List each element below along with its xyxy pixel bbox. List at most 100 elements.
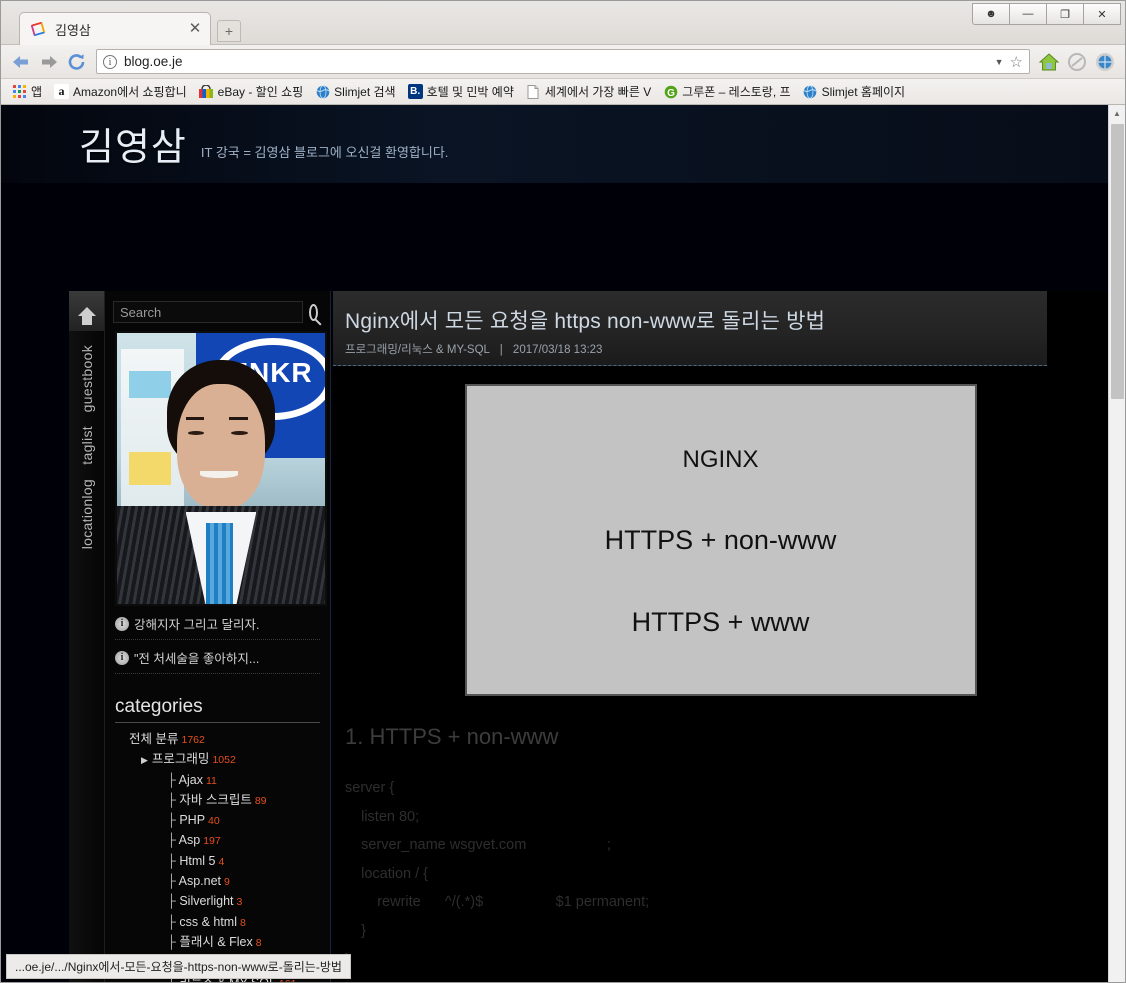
category-item[interactable]: ▶ 프로그래밍 1052	[115, 750, 320, 770]
tab-bar: 김영삼 ✕ + ☻ — ❐ ✕	[1, 1, 1125, 45]
globe-icon	[803, 84, 818, 99]
profile-photo: ENKR	[115, 331, 327, 606]
site-info-icon[interactable]: i	[103, 54, 117, 69]
bookmark-fastest-vpn[interactable]: 세계에서 가장 빠른 V	[521, 81, 656, 102]
chevron-down-icon[interactable]: ▼	[989, 57, 1010, 67]
category-count: 9	[224, 876, 230, 889]
maximize-button[interactable]: ❐	[1046, 3, 1084, 25]
back-button[interactable]	[7, 49, 35, 75]
bookmark-star-icon[interactable]: ☆	[1010, 53, 1023, 71]
diagram-line-2: HTTPS + non-www	[604, 524, 837, 555]
tab-favicon-icon	[30, 21, 47, 38]
bookmark-label: eBay - 할인 쇼핑	[217, 85, 304, 99]
notice-item[interactable]: i 강해지자 그리고 달리자.	[115, 614, 320, 640]
category-count: 89	[254, 794, 267, 807]
category-item[interactable]: ├ Html 54	[115, 852, 320, 872]
expand-triangle-icon[interactable]: ▶	[141, 755, 148, 765]
groupon-icon: G	[663, 84, 678, 99]
section-heading: 1. HTTPS + non-www	[345, 724, 559, 749]
user-profile-button[interactable]: ☻	[972, 3, 1010, 25]
page-scrollbar[interactable]: ▲	[1108, 105, 1125, 982]
apps-grid-icon	[12, 84, 27, 99]
svg-text:G: G	[667, 88, 675, 99]
sidebar: ENKR i 강해지자 그리고 달리자. i "전 처세술을 좋아하지... c…	[105, 291, 331, 982]
article-category[interactable]: 프로그래밍/리눅스 & MY-SQL	[345, 344, 490, 356]
tree-branch-glyph: ├	[167, 833, 179, 848]
tab-close-icon[interactable]: ✕	[186, 20, 204, 38]
article-body: NGINX HTTPS + non-www HTTPS + www 1. HTT…	[333, 366, 1108, 982]
search-input[interactable]	[113, 301, 303, 323]
category-label: 자바 스크립트	[179, 792, 252, 807]
new-tab-button[interactable]: +	[217, 20, 241, 42]
nav-item-guestbook[interactable]: guestbook	[79, 345, 95, 412]
bookmark-label: 앱	[31, 85, 43, 99]
bookmark-slimjet-home[interactable]: Slimjet 홈페이지	[798, 81, 911, 102]
home-icon[interactable]	[1035, 49, 1063, 75]
category-label: 플래시 & Flex	[179, 934, 253, 949]
category-item[interactable]: ├ PHP 40	[115, 811, 320, 831]
category-count: 4	[218, 855, 225, 868]
tree-branch-glyph: ├	[167, 792, 180, 807]
notice-text: 강해지자 그리고 달리자.	[134, 618, 260, 632]
category-count: 1052	[212, 754, 236, 767]
extension-gear-icon[interactable]	[1091, 49, 1119, 75]
category-count: 8	[240, 916, 246, 929]
category-item[interactable]: ├ Asp.net 9	[115, 872, 320, 892]
browser-tab[interactable]: 김영삼 ✕	[19, 12, 211, 45]
bookmark-ebay[interactable]: eBay - 할인 쇼핑	[194, 81, 309, 102]
tree-branch-glyph: ├	[167, 813, 180, 828]
nav-item-locationlog[interactable]: locationlog	[79, 479, 95, 549]
category-item[interactable]: ├ 자바 스크립트 89	[115, 791, 320, 811]
bookmark-label: Slimjet 홈페이지	[821, 85, 906, 99]
article-meta: 프로그래밍/리눅스 & MY-SQL | 2017/03/18 13:23	[345, 341, 1047, 357]
close-button[interactable]: ✕	[1083, 3, 1121, 25]
bookmark-groupon[interactable]: G 그루폰 – 레스토랑, 프	[658, 81, 795, 102]
minimize-button[interactable]: —	[1009, 3, 1047, 25]
category-label: Silverlight	[179, 894, 234, 909]
notice-item[interactable]: i "전 처세술을 좋아하지...	[115, 648, 320, 674]
booking-icon: B.	[407, 84, 423, 99]
scroll-up-arrow[interactable]: ▲	[1109, 105, 1125, 122]
article-header: Nginx에서 모든 요청을 https non-www로 돌리는 방법 프로그…	[333, 291, 1047, 366]
category-label: 전체 분류	[129, 732, 179, 746]
search-icon[interactable]	[309, 303, 318, 321]
category-item[interactable]: ├ Ajax 11	[115, 771, 320, 791]
bookmark-label: 호텔 및 민박 예약	[426, 85, 514, 99]
diagram-line-3: HTTPS + www	[631, 607, 810, 638]
category-item[interactable]: 전체 분류 1762	[115, 730, 320, 750]
bookmark-booking[interactable]: B. 호텔 및 민박 예약	[403, 81, 519, 102]
nav-home[interactable]	[69, 291, 104, 331]
bookmark-slimjet-search[interactable]: Slimjet 검색	[310, 81, 400, 102]
category-item[interactable]: ├ Asp 197	[115, 831, 320, 851]
tab-title: 김영삼	[55, 22, 91, 38]
category-label: 프로그래밍	[151, 752, 210, 767]
category-label: Html 5	[179, 853, 216, 868]
address-bar[interactable]: i blog.oe.je ▼ ☆	[96, 49, 1030, 74]
scrollbar-thumb[interactable]	[1111, 124, 1124, 399]
tree-branch-glyph: ├	[167, 914, 180, 929]
bookmarks-bar: 앱 a Amazon에서 쇼핑합니 eBay - 할인 쇼핑 Slimjet 검…	[1, 79, 1125, 105]
blog-header: 김영삼 IT 강국 = 김영삼 블로그에 오신걸 환영합니다.	[1, 105, 1108, 183]
block-icon[interactable]	[1063, 49, 1091, 75]
bookmark-label: Amazon에서 쇼핑합니	[73, 85, 187, 99]
reload-button[interactable]	[63, 49, 91, 75]
code-block: server { listen 80; server_name wsgvet.c…	[345, 780, 650, 968]
tree-branch-glyph: ├	[167, 934, 180, 949]
article: Nginx에서 모든 요청을 https non-www로 돌리는 방법 프로그…	[333, 291, 1108, 982]
bookmark-apps[interactable]: 앱	[7, 81, 47, 102]
forward-button[interactable]	[35, 49, 63, 75]
category-item[interactable]: ├ 플래시 & Flex 8	[115, 933, 320, 953]
info-icon: i	[115, 616, 129, 631]
amazon-icon: a	[54, 84, 70, 99]
category-item[interactable]: ├ css & html 8	[115, 913, 320, 933]
category-label: Ajax	[178, 772, 203, 787]
nav-item-taglist[interactable]: taglist	[79, 426, 95, 465]
bookmark-amazon[interactable]: a Amazon에서 쇼핑합니	[49, 81, 192, 102]
ebay-icon	[199, 84, 214, 99]
category-item[interactable]: ├ Silverlight 3	[115, 892, 320, 912]
category-label: Asp.net	[178, 874, 222, 889]
category-label: css & html	[179, 914, 237, 929]
nginx-diagram-image: NGINX HTTPS + non-www HTTPS + www	[464, 384, 977, 696]
status-bar: ...oe.je/.../Nginx에서-모든-요청을-https-non-ww…	[6, 954, 351, 979]
bookmark-label: 세계에서 가장 빠른 V	[544, 85, 652, 99]
